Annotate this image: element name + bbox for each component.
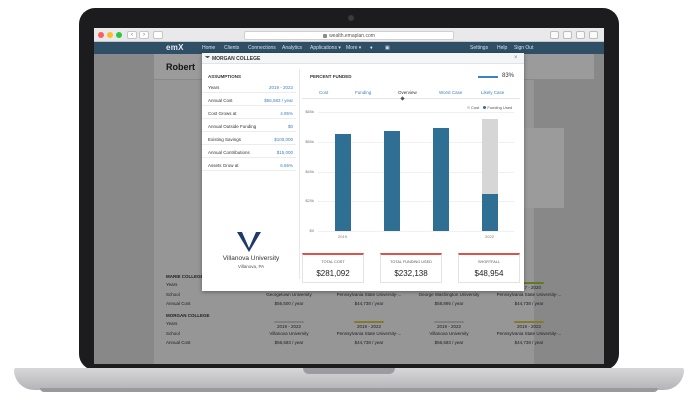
grid-line	[318, 112, 514, 113]
legend-swatch-cost	[467, 106, 470, 109]
bell-icon[interactable]: ♦	[370, 45, 373, 51]
nav-sign-out[interactable]: Sign Out	[514, 45, 533, 51]
legend-funding-used: Funding Used	[487, 105, 513, 110]
camera-icon	[348, 15, 354, 21]
nav-applications[interactable]: Applications ▾	[310, 45, 341, 51]
x-tick-label: 2022	[485, 234, 494, 239]
forward-button[interactable]: ›	[139, 31, 149, 39]
sidebar-toggle-icon[interactable]	[153, 31, 163, 39]
assumption-row: Assets Grow at 6.65%	[202, 159, 296, 171]
assumption-row: Existing Savings $100,000	[202, 133, 296, 145]
close-window-icon[interactable]	[98, 32, 104, 38]
university-location: Villanova, PA	[237, 264, 265, 269]
summary-value: $48,954	[474, 269, 504, 278]
assumption-row: Annual Contributions $15,000	[202, 146, 296, 158]
laptop-foot	[40, 388, 658, 392]
laptop-notch	[303, 368, 395, 374]
bar-funding-used[interactable]	[432, 128, 449, 231]
assumption-value-link[interactable]: 2019 - 2022	[269, 85, 293, 90]
y-tick-label: $20k	[305, 198, 314, 204]
address-bar-text: wealth.emaplan.com	[329, 33, 375, 39]
assumption-label: Annual Cost	[208, 98, 233, 103]
percent-funded-value: 83%	[502, 73, 515, 79]
percent-funded-title: PERCENT FUNDED	[310, 74, 352, 79]
calendar-icon[interactable]: ▣	[385, 45, 390, 51]
assumption-value-link[interactable]: $56,583 / year	[264, 98, 293, 103]
tab-cost[interactable]: Cost	[319, 90, 328, 95]
legend-cost: Cost	[471, 105, 480, 110]
assumption-value-link[interactable]: 6.65%	[280, 163, 293, 168]
assumption-label: Assets Grow at	[208, 163, 239, 168]
tabs-icon[interactable]	[563, 31, 572, 39]
nav-settings[interactable]: Settings	[470, 45, 488, 51]
assumption-row: Cost Grows at 4.95%	[202, 107, 296, 119]
tab-likely-case[interactable]: Likely Case	[481, 90, 504, 95]
nav-analytics[interactable]: Analytics	[282, 45, 302, 51]
close-icon[interactable]: ×	[514, 55, 518, 61]
nav-connections[interactable]: Connections	[248, 45, 276, 51]
modal-title: MORGAN COLLEGE	[212, 56, 261, 62]
back-button[interactable]: ‹	[127, 31, 137, 39]
assumption-label: Cost Grows at	[208, 111, 237, 116]
bar-funding-used[interactable]	[481, 193, 498, 231]
graduation-cap-icon	[205, 56, 210, 60]
assumption-row: Annual Cost $56,583 / year	[202, 94, 296, 106]
nav-home[interactable]: Home	[202, 45, 215, 51]
chart-legend: Cost Funding Used	[464, 105, 512, 110]
share-icon[interactable]	[550, 31, 559, 39]
grid-line	[318, 231, 514, 232]
total-funding-used-card: TOTAL FUNDING USED $232,138	[380, 253, 442, 283]
modal-header: MORGAN COLLEGE ×	[202, 53, 524, 64]
settings-icon[interactable]	[576, 31, 585, 39]
university-name: Villanova University	[222, 255, 280, 262]
total-cost-card: TOTAL COST $281,092	[302, 253, 364, 283]
nav-help[interactable]: Help	[497, 45, 507, 51]
tab-overview[interactable]: Overview	[398, 90, 417, 95]
assumption-value-link[interactable]: $15,000	[277, 150, 293, 155]
address-bar[interactable]: wealth.emaplan.com	[244, 31, 454, 40]
summary-value: $281,092	[316, 269, 350, 278]
nav-clients[interactable]: Clients	[224, 45, 239, 51]
lock-icon	[323, 33, 328, 38]
minimize-window-icon[interactable]	[107, 32, 113, 38]
y-tick-label: $40k	[305, 168, 314, 174]
assumption-row: Years 2019 - 2022	[202, 81, 296, 93]
summary-label: TOTAL COST	[321, 260, 345, 264]
assumption-value-link[interactable]: 4.95%	[280, 111, 293, 116]
assumption-value-link[interactable]: $0	[288, 124, 293, 129]
new-tab-icon[interactable]	[589, 31, 598, 39]
nav-more[interactable]: More ▾	[346, 45, 361, 51]
y-tick-label: $80k	[305, 109, 314, 114]
university-logo	[237, 232, 261, 252]
college-modal: MORGAN COLLEGE × ASSUMPTIONS Years 2019 …	[202, 53, 524, 291]
legend-swatch-funding	[483, 106, 487, 109]
summary-label: SHORTFALL	[477, 260, 501, 264]
assumption-label: Annual Outside Funding	[208, 124, 257, 129]
assumption-label: Years	[208, 85, 220, 90]
y-tick-label: $60k	[305, 138, 314, 144]
summary-value: $232,138	[394, 269, 428, 278]
screen: ‹ › wealth.emaplan.com emX Home Clients …	[94, 28, 604, 364]
maximize-window-icon[interactable]	[116, 32, 122, 38]
assumptions-title: ASSUMPTIONS	[208, 74, 242, 79]
active-tab-indicator	[400, 96, 405, 101]
assumption-value-link[interactable]: $100,000	[274, 137, 293, 142]
percent-funded-bar	[478, 76, 498, 78]
shortfall-card: SHORTFALL $48,954	[458, 253, 520, 283]
tab-worst-case[interactable]: Worst Case	[439, 90, 462, 95]
x-tick-label: 2019	[338, 234, 347, 239]
panel-divider	[299, 69, 300, 279]
assumption-label: Annual Contributions	[208, 150, 250, 155]
bar-funding-used[interactable]	[334, 134, 351, 231]
app-logo[interactable]: emX	[166, 43, 184, 52]
y-tick-label: $0	[309, 228, 314, 233]
summary-label: TOTAL FUNDING USED	[390, 260, 432, 264]
assumption-row: Annual Outside Funding $0	[202, 120, 296, 132]
tab-funding[interactable]: Funding	[355, 90, 371, 95]
bar-funding-used[interactable]	[383, 131, 400, 231]
browser-toolbar: ‹ › wealth.emaplan.com	[94, 28, 604, 42]
assumption-label: Existing Savings	[208, 137, 242, 142]
chart-tabs: Cost Funding Overview Worst Case Likely …	[302, 87, 520, 99]
